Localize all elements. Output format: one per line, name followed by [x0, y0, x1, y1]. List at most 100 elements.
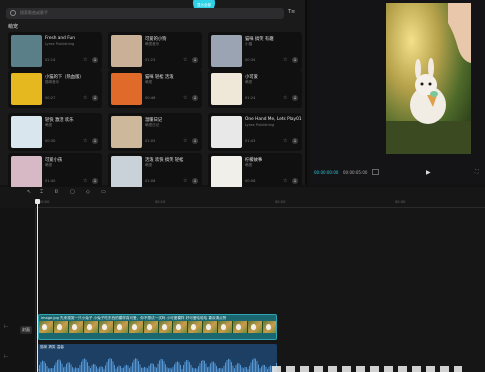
lock-icon[interactable]: ⊢: [4, 324, 8, 330]
music-card[interactable]: 温暖日记 萌宠日记 01:05 ☆ ↓: [108, 113, 202, 151]
ruler-tick: 00:00: [39, 200, 50, 204]
favorite-star-icon[interactable]: ☆: [283, 138, 287, 144]
music-cover-thumbnail: [211, 116, 242, 148]
music-card[interactable]: One Hand Me, Lets Play01 Lyrae Publishing…: [208, 113, 302, 151]
split-left-icon[interactable]: ⌷: [55, 189, 58, 195]
music-duration: 01:05: [145, 139, 156, 143]
music-cover-thumbnail: [11, 116, 42, 148]
music-artist: 萌宠: [145, 80, 153, 84]
audio-clip-name: 猫咪 搞笑 温馨: [40, 345, 64, 349]
music-duration: 01:43: [245, 139, 256, 143]
clip-frame: [263, 321, 276, 333]
download-icon[interactable]: ↓: [192, 138, 198, 144]
favorite-star-icon[interactable]: ☆: [183, 57, 187, 63]
favorite-star-icon[interactable]: ☆: [183, 95, 187, 101]
music-cover-thumbnail: [111, 116, 142, 148]
music-artist: Lyrae Publishing: [245, 123, 275, 127]
audio-waveform: [38, 358, 277, 372]
music-cover-thumbnail: [211, 73, 242, 105]
download-icon[interactable]: ↓: [192, 178, 198, 184]
music-card[interactable]: 可爱小孩 萌宠 01:40 ☆ ↓: [8, 153, 102, 191]
music-artist: 萌宠: [245, 80, 253, 84]
clip-frame: [68, 321, 84, 333]
time-ruler[interactable]: 00:00 00:10 00:20 00:30: [36, 200, 485, 208]
clip-frame: [128, 321, 144, 333]
music-card[interactable]: 猫咪 轻松 活泼 萌宠 00:46 ☆ ↓: [108, 70, 202, 108]
favorite-star-icon[interactable]: ☆: [183, 138, 187, 144]
section-title: 萌宠: [8, 24, 19, 30]
favorite-star-icon[interactable]: ☆: [83, 178, 87, 184]
favorite-star-icon[interactable]: ☆: [183, 178, 187, 184]
music-cover-thumbnail: [11, 156, 42, 188]
download-icon[interactable]: ↓: [192, 95, 198, 101]
music-card[interactable]: 活泼 欢快 搞笑 轻松 萌宠 01:08 ☆ ↓: [108, 153, 202, 191]
download-icon[interactable]: ↓: [192, 57, 198, 63]
delete-icon[interactable]: ▢: [70, 189, 75, 195]
playhead[interactable]: [37, 199, 38, 372]
select-tool-icon[interactable]: ↖: [27, 189, 31, 195]
music-card[interactable]: 可爱的小狗 萌宠音乐 01:23 ☆ ↓: [108, 32, 202, 70]
music-artist: 小猫: [245, 42, 253, 46]
video-clip[interactable]: image.jpg 先来观赏一只小兔子 小兔子吃东西的模样真可爱，你不想试一试吗…: [38, 314, 277, 340]
download-icon[interactable]: ↓: [92, 178, 98, 184]
music-card[interactable]: 轻快 激活 欢乐 萌宠 00:30 ☆ ↓: [8, 113, 102, 151]
music-library-panel: 显示全部 搜索歌曲或歌手 T≡ 萌宠 Fresh and Fun Lyrae Pu…: [0, 0, 307, 191]
clip-frame: [233, 321, 249, 333]
clip-frame: [248, 321, 264, 333]
sort-button[interactable]: T≡: [288, 9, 295, 15]
clip-frame: [173, 321, 189, 333]
favorite-star-icon[interactable]: ☆: [283, 178, 287, 184]
clip-frame: [143, 321, 159, 333]
favorite-star-icon[interactable]: ☆: [283, 95, 287, 101]
music-card[interactable]: 小可爱 萌宠 01:24 ☆ ↓: [208, 70, 302, 108]
download-icon[interactable]: ↓: [292, 138, 298, 144]
music-duration: 00:27: [45, 96, 56, 100]
favorite-star-icon[interactable]: ☆: [83, 138, 87, 144]
clip-frame: [218, 321, 234, 333]
split-icon[interactable]: ⌶: [40, 189, 43, 195]
cover-button[interactable]: 封面: [20, 326, 32, 334]
download-icon[interactable]: ↓: [92, 95, 98, 101]
favorite-star-icon[interactable]: ☆: [283, 57, 287, 63]
timeline-toolbar: ↖ ⌶ ⌷ ▢ ◇ ▭: [0, 187, 485, 199]
music-cover-thumbnail: [11, 73, 42, 105]
music-artist: 猫咪音乐: [45, 80, 60, 84]
music-duration: 01:24: [245, 96, 256, 100]
music-card[interactable]: 猫咪 搞笑 有趣 小猫 00:34 ☆ ↓: [208, 32, 302, 70]
download-icon[interactable]: ↓: [92, 138, 98, 144]
music-artist: 萌宠: [45, 163, 53, 167]
download-icon[interactable]: ↓: [292, 95, 298, 101]
music-card[interactable]: 柠檬故事 萌宠 00:58 ☆ ↓: [208, 153, 302, 191]
music-title: One Hand Me, Lets Play01: [245, 117, 302, 122]
shield-icon[interactable]: ◇: [86, 189, 90, 195]
download-icon[interactable]: ↓: [292, 178, 298, 184]
clip-frame: [203, 321, 219, 333]
search-input[interactable]: 搜索歌曲或歌手: [20, 10, 48, 16]
favorite-star-icon[interactable]: ☆: [83, 57, 87, 63]
music-artist: 萌宠音乐: [145, 42, 160, 46]
favorite-star-icon[interactable]: ☆: [83, 95, 87, 101]
music-card[interactable]: 小猫的下（热血版） 猫咪音乐 00:27 ☆ ↓: [8, 70, 102, 108]
fullscreen-icon[interactable]: ⛶: [475, 169, 479, 175]
music-title: Fresh and Fun: [45, 36, 75, 41]
subtitle-overlay: [272, 366, 462, 372]
music-artist: 萌宠: [45, 123, 53, 127]
audio-clip[interactable]: 猫咪 搞笑 温馨: [38, 344, 277, 372]
search-bar[interactable]: 搜索歌曲或歌手: [6, 8, 284, 19]
download-icon[interactable]: ↓: [292, 57, 298, 63]
download-icon[interactable]: ↓: [92, 57, 98, 63]
music-cover-thumbnail: [211, 35, 242, 67]
mute-icon[interactable]: ⊢: [4, 354, 8, 360]
music-cover-thumbnail: [11, 35, 42, 67]
aspect-ratio-icon[interactable]: [372, 169, 379, 175]
music-duration: 00:34: [245, 58, 256, 62]
music-duration: 02:14: [45, 58, 56, 62]
play-button[interactable]: ▶: [426, 169, 431, 176]
music-duration: 01:40: [45, 179, 56, 183]
search-icon: [10, 10, 16, 16]
music-artist: Lyrae Publishing: [45, 42, 75, 46]
crop-icon[interactable]: ▭: [101, 189, 106, 195]
music-card[interactable]: Fresh and Fun Lyrae Publishing 02:14 ☆ ↓: [8, 32, 102, 70]
ruler-tick: 00:10: [155, 200, 166, 204]
preview-video[interactable]: [386, 3, 471, 154]
